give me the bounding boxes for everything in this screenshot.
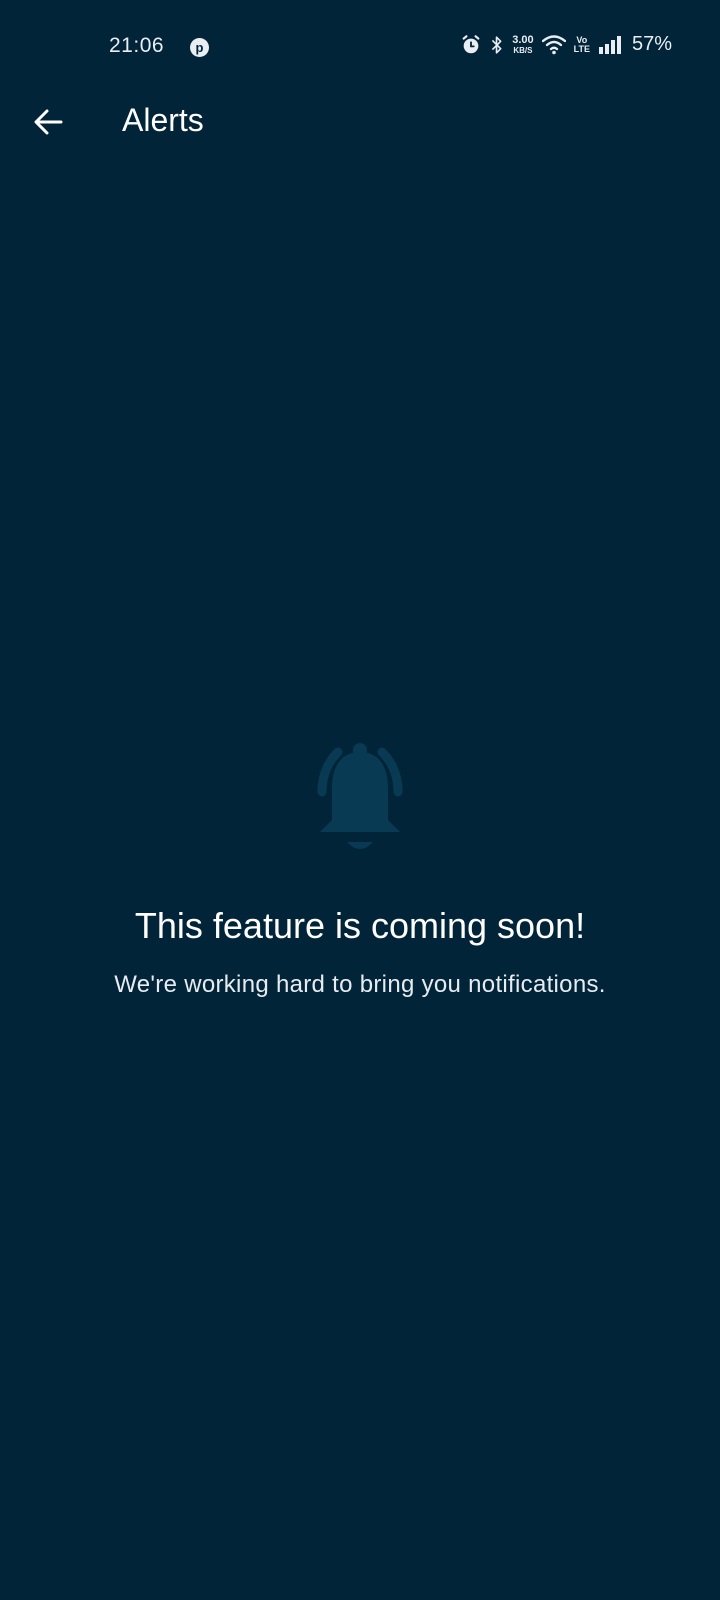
back-button[interactable]	[28, 102, 68, 142]
bluetooth-icon	[490, 34, 504, 56]
empty-state-subtitle: We're working hard to bring you notifica…	[114, 971, 606, 998]
arrow-left-icon	[34, 109, 63, 135]
empty-state-title: This feature is coming soon!	[134, 905, 586, 946]
status-time: 21:06	[109, 34, 165, 57]
page-title: Alerts	[122, 102, 204, 138]
net-speed-unit: KB/S	[513, 45, 533, 55]
net-speed-value: 3.00	[512, 33, 534, 46]
signal-icon	[598, 35, 622, 55]
alerts-screen: 21:06 p 3.00 KB/S Vo LTE 57% Alerts This…	[0, 0, 720, 1600]
app-bar: Alerts	[0, 96, 720, 152]
bell-ringing-icon	[317, 743, 403, 849]
alarm-icon	[460, 34, 482, 56]
status-bar: 21:06 p 3.00 KB/S Vo LTE 57%	[0, 0, 720, 96]
network-speed: 3.00 KB/S	[512, 33, 534, 55]
volte-indicator: Vo LTE	[573, 35, 590, 54]
empty-state: This feature is coming soon! We're worki…	[0, 740, 720, 999]
status-icons: 3.00 KB/S Vo LTE 57%	[460, 33, 672, 56]
wifi-icon	[541, 34, 566, 55]
pinterest-icon: p	[190, 38, 209, 57]
battery-percentage: 57%	[631, 33, 672, 55]
volte-bottom: LTE	[573, 43, 590, 54]
